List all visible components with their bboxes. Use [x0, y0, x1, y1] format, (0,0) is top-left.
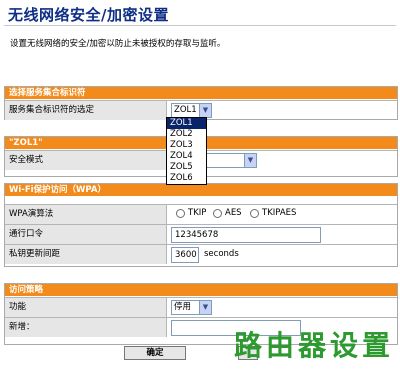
security-mode-label: 安全模式 [5, 151, 167, 170]
passphrase-row: 通行口令 12345678 [5, 224, 397, 244]
wpa-algorithm-cell: TKIP AES TKIPAES [168, 205, 397, 224]
passphrase-input[interactable]: 12345678 [171, 227, 321, 243]
policy-function-select[interactable]: 停用 ▼ [171, 300, 212, 315]
ssid-option[interactable]: ZOL5 [167, 162, 206, 173]
wpa-algorithm-row: WPA演算法 TKIP AES TKIPAES [5, 204, 397, 224]
ssid-option[interactable]: ZOL6 [167, 173, 206, 184]
ssid-section-header: 选择服务集合标识符 [5, 87, 397, 99]
watermark-text: 路由器设置 [234, 329, 395, 362]
policy-add-label: 新增： [5, 318, 167, 337]
chevron-down-icon[interactable]: ▼ [244, 154, 256, 167]
rekey-interval-input[interactable]: 3600 [171, 247, 199, 263]
policy-function-row: 功能 停用 ▼ [5, 297, 397, 317]
ssid-option[interactable]: ZOL3 [167, 140, 206, 151]
ssid-option[interactable]: ZOL2 [167, 129, 206, 140]
ssid-select-value: ZOL1 [174, 105, 197, 115]
radio-aes[interactable] [213, 209, 222, 218]
radio-aes-label: AES [225, 208, 242, 218]
radio-tkip[interactable] [176, 209, 185, 218]
title-divider [4, 25, 396, 26]
passphrase-label: 通行口令 [5, 225, 167, 244]
ssid-section: 选择服务集合标识符 服务集合标识符的选定 ZOL1 ▼ [4, 86, 398, 120]
policy-function-label: 功能 [5, 298, 167, 317]
wpa-section: Wi-Fi保护访问（WPA） WPA演算法 TKIP AES TKIPAES 通… [4, 183, 398, 267]
page-title: 无线网络安全/加密设置 [8, 6, 169, 24]
radio-tkip-label: TKIP [188, 208, 207, 218]
ssid-dropdown-list: ZOL1 ZOL2 ZOL3 ZOL4 ZOL5 ZOL6 [166, 117, 207, 185]
policy-function-cell: 停用 ▼ [168, 298, 397, 317]
wpa-section-header: Wi-Fi保护访问（WPA） [5, 184, 397, 196]
confirm-button[interactable]: 确定 [124, 346, 186, 360]
rekey-label: 私钥更新间距 [5, 245, 167, 264]
ssid-select[interactable]: ZOL1 ▼ [171, 103, 212, 118]
passphrase-cell: 12345678 [168, 225, 397, 244]
radio-tkipaes[interactable] [250, 209, 259, 218]
ssid-option[interactable]: ZOL4 [167, 151, 206, 162]
radio-tkipaes-label: TKIPAES [262, 208, 297, 218]
ssid-select-label: 服务集合标识符的选定 [5, 101, 167, 120]
rekey-row: 私钥更新间距 3600 seconds [5, 244, 397, 264]
policy-function-value: 停用 [174, 302, 192, 312]
rekey-cell: 3600 seconds [168, 245, 397, 264]
rekey-unit: seconds [204, 249, 239, 259]
wpa-algorithm-label: WPA演算法 [5, 205, 167, 224]
page-description: 设置无线网络的安全/加密以防止未被授权的存取与监听。 [10, 39, 226, 49]
chevron-down-icon[interactable]: ▼ [199, 104, 211, 117]
access-policy-header: 访问策略 [5, 284, 397, 296]
ssid-option[interactable]: ZOL1 [167, 118, 206, 129]
chevron-down-icon[interactable]: ▼ [199, 301, 211, 314]
